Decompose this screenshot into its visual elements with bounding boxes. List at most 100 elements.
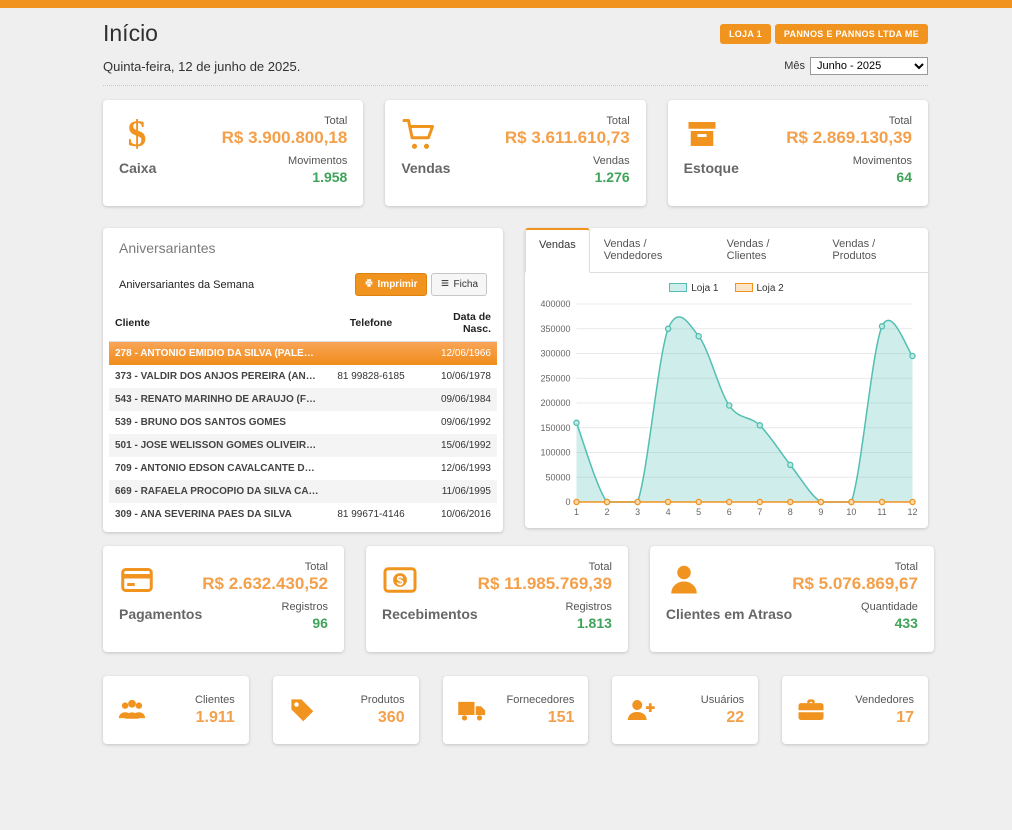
counter-card-vendedores: Vendedores 17 bbox=[782, 676, 928, 744]
birthday-row[interactable]: 501 - JOSE WELISSON GOMES OLIVEIR… 15/06/… bbox=[109, 434, 497, 457]
counter-label: Clientes bbox=[147, 694, 235, 706]
svg-text:5: 5 bbox=[696, 507, 701, 517]
counter-card-clientes: Clientes 1.911 bbox=[103, 676, 249, 744]
sales-chart-card: VendasVendas / VendedoresVendas / Client… bbox=[525, 228, 928, 528]
cart-icon bbox=[401, 113, 505, 155]
stat-card-pagamentos: Pagamentos Total R$ 2.632.430,52 Registr… bbox=[103, 546, 344, 652]
stat-card-title: Vendas bbox=[401, 160, 505, 176]
cell-cliente: 501 - JOSE WELISSON GOMES OLIVEIR… bbox=[109, 434, 325, 457]
counter-label: Produtos bbox=[317, 694, 405, 706]
cell-cliente: 709 - ANTONIO EDSON CAVALCANTE D… bbox=[109, 457, 325, 480]
top-accent-bar bbox=[0, 0, 1012, 8]
people-icon bbox=[117, 695, 147, 725]
birthday-row[interactable]: 278 - ANTONIO EMIDIO DA SILVA (PALE…12/0… bbox=[109, 342, 497, 366]
print-button[interactable]: Imprimir bbox=[355, 273, 427, 296]
sales-chart: 0500001000001500002000002500003000003500… bbox=[530, 296, 923, 520]
total-value: R$ 5.076.869,67 bbox=[782, 574, 918, 594]
svg-text:8: 8 bbox=[788, 507, 793, 517]
cell-cliente: 278 - ANTONIO EMIDIO DA SILVA (PALE… bbox=[109, 342, 325, 366]
count-label: Vendas bbox=[505, 155, 630, 167]
tag-icon bbox=[287, 695, 317, 725]
cell-cliente: 543 - RENATO MARINHO DE ARAUJO (F… bbox=[109, 388, 325, 411]
month-select[interactable]: Junho - 2025 bbox=[810, 57, 928, 75]
ficha-button[interactable]: Ficha bbox=[431, 273, 487, 296]
cell-telefone: 81 99671-4146 bbox=[325, 503, 417, 526]
count-label: Registros bbox=[478, 601, 612, 613]
total-label: Total bbox=[782, 561, 918, 573]
bottom-stats-row: Pagamentos Total R$ 2.632.430,52 Registr… bbox=[103, 546, 928, 652]
stat-card-estoque: Estoque Total R$ 2.869.130,39 Movimentos… bbox=[668, 100, 928, 206]
cell-cliente: 539 - BRUNO DOS SANTOS GOMES bbox=[109, 411, 325, 434]
counter-value: 17 bbox=[826, 709, 914, 727]
svg-text:200000: 200000 bbox=[540, 398, 570, 408]
birthdays-card: Aniversariantes Aniversariantes da Seman… bbox=[103, 228, 503, 532]
birthday-row[interactable]: 373 - VALDIR DOS ANJOS PEREIRA (AN…81 99… bbox=[109, 365, 497, 388]
total-value: R$ 2.869.130,39 bbox=[786, 128, 912, 148]
total-value: R$ 3.900.800,18 bbox=[222, 128, 348, 148]
stat-card-title: Pagamentos bbox=[119, 606, 202, 622]
chart-legend: Loja 1 Loja 2 bbox=[530, 283, 923, 294]
svg-text:6: 6 bbox=[727, 507, 732, 517]
birthday-row[interactable]: 539 - BRUNO DOS SANTOS GOMES 09/06/1992 bbox=[109, 411, 497, 434]
chart-tabs: VendasVendas / VendedoresVendas / Client… bbox=[525, 228, 928, 273]
col-cliente: Cliente bbox=[109, 305, 325, 342]
cell-data-nasc: 09/06/1984 bbox=[417, 388, 497, 411]
cell-data-nasc: 15/06/1992 bbox=[417, 434, 497, 457]
counter-card-usuarios: Usuários 22 bbox=[612, 676, 758, 744]
legend-item-loja-2[interactable]: Loja 2 bbox=[735, 283, 784, 294]
birthdays-table: Cliente Telefone Data de Nasc. 278 - ANT… bbox=[109, 305, 497, 526]
cell-cliente: 373 - VALDIR DOS ANJOS PEREIRA (AN… bbox=[109, 365, 325, 388]
total-label: Total bbox=[505, 115, 630, 127]
svg-text:350000: 350000 bbox=[540, 324, 570, 334]
tab-vendas[interactable]: Vendas bbox=[525, 228, 590, 273]
count-value: 96 bbox=[202, 615, 328, 631]
briefcase-icon bbox=[796, 695, 826, 725]
counter-value: 22 bbox=[656, 709, 744, 727]
svg-text:3: 3 bbox=[635, 507, 640, 517]
cell-telefone bbox=[325, 457, 417, 480]
cell-cliente: 309 - ANA SEVERINA PAES DA SILVA bbox=[109, 503, 325, 526]
cell-telefone bbox=[325, 411, 417, 434]
cell-telefone bbox=[325, 480, 417, 503]
birthday-row[interactable]: 669 - RAFAELA PROCOPIO DA SILVA CA…11/06… bbox=[109, 480, 497, 503]
counter-label: Fornecedores bbox=[487, 694, 575, 706]
legend-item-loja-1[interactable]: Loja 1 bbox=[669, 283, 718, 294]
cell-telefone bbox=[325, 342, 417, 366]
svg-text:2: 2 bbox=[605, 507, 610, 517]
svg-text:11: 11 bbox=[877, 507, 886, 517]
birthday-row[interactable]: 309 - ANA SEVERINA PAES DA SILVA81 99671… bbox=[109, 503, 497, 526]
store-button[interactable]: LOJA 1 bbox=[720, 24, 771, 44]
cell-telefone bbox=[325, 388, 417, 411]
tab-vendas-produtos[interactable]: Vendas / Produtos bbox=[818, 228, 928, 272]
counter-label: Vendedores bbox=[826, 694, 914, 706]
print-button-label: Imprimir bbox=[378, 279, 418, 290]
count-value: 1.813 bbox=[478, 615, 612, 631]
user-plus-icon bbox=[626, 695, 656, 725]
total-label: Total bbox=[222, 115, 348, 127]
count-value: 433 bbox=[782, 615, 918, 631]
total-label: Total bbox=[202, 561, 328, 573]
cell-data-nasc: 09/06/1992 bbox=[417, 411, 497, 434]
svg-text:10: 10 bbox=[846, 507, 856, 517]
company-button[interactable]: PANNOS E PANNOS LTDA ME bbox=[775, 24, 928, 44]
count-value: 1.958 bbox=[222, 169, 348, 185]
count-label: Registros bbox=[202, 601, 328, 613]
tab-vendas-vendedores[interactable]: Vendas / Vendedores bbox=[590, 228, 713, 272]
total-label: Total bbox=[478, 561, 612, 573]
col-telefone: Telefone bbox=[325, 305, 417, 342]
birthday-row[interactable]: 709 - ANTONIO EDSON CAVALCANTE D…12/06/1… bbox=[109, 457, 497, 480]
middle-row: Aniversariantes Aniversariantes da Seman… bbox=[103, 228, 928, 532]
svg-text:400000: 400000 bbox=[540, 299, 570, 309]
birthdays-title: Aniversariantes bbox=[103, 228, 503, 265]
birthday-row[interactable]: 543 - RENATO MARINHO DE ARAUJO (F… 09/06/… bbox=[109, 388, 497, 411]
cell-cliente: 669 - RAFAELA PROCOPIO DA SILVA CA… bbox=[109, 480, 325, 503]
tab-vendas-clientes[interactable]: Vendas / Clientes bbox=[713, 228, 819, 272]
counter-label: Usuários bbox=[656, 694, 744, 706]
counter-value: 151 bbox=[487, 709, 575, 727]
svg-text:7: 7 bbox=[757, 507, 762, 517]
person-icon bbox=[666, 559, 782, 601]
col-data-nasc: Data de Nasc. bbox=[417, 305, 497, 342]
count-label: Movimentos bbox=[222, 155, 348, 167]
counter-value: 1.911 bbox=[147, 709, 235, 727]
chart-area: Loja 1Loja 2 050000100000150000200000250… bbox=[525, 273, 928, 527]
